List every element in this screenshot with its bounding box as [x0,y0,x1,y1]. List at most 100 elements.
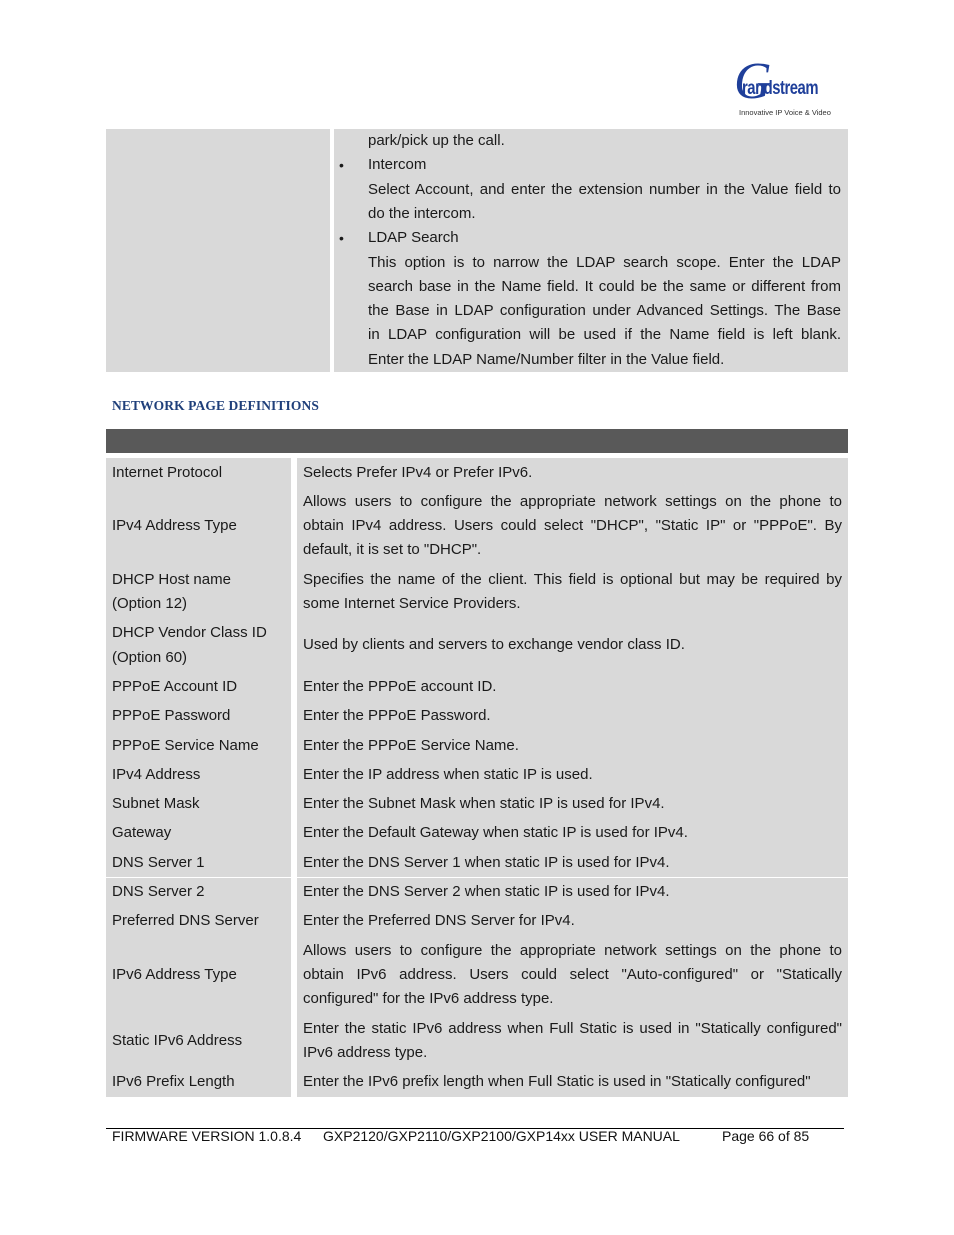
field-name-cell: DNS Server 2 [106,877,291,907]
table-row: PPPoE Account ID Enter the PPPoE account … [106,672,848,702]
table-row: Static IPv6 Address Enter the static IPv6… [106,1014,848,1068]
field-description-line: some Internet Service Providers. [303,594,521,612]
table-row: Preferred DNS Server Enter the Preferred … [106,906,848,937]
field-name: Internet Protocol [112,463,223,481]
bullet-item-label: LDAP Search [368,229,459,247]
description-line: park/pick up the call. [368,132,505,149]
bullet-icon: • [339,157,344,174]
field-name-cell: PPPoE Account ID [106,672,291,702]
field-description-line: Allows users to configure the appropriat… [303,941,842,959]
field-description-line: Enter the IPv6 prefix length when Full S… [303,1073,811,1091]
footer-page-number: Page 66 of 85 [722,1128,810,1144]
field-name-cell: PPPoE Service Name [106,731,291,761]
field-name: PPPoE Password [112,707,231,725]
continued-table-description-cell: park/pick up the call. • Intercom Select Ac… [334,129,848,372]
field-description-cell: Enter the Subnet Mask when static IP is … [297,789,848,819]
field-description-cell: Enter the PPPoE Service Name. [297,731,848,761]
field-description-cell: Used by clients and servers to exchange … [297,618,848,673]
field-description-line: Enter the Preferred DNS Server for IPv4. [303,912,575,930]
field-description-line: obtain IPv6 address. Users could select … [303,965,842,983]
field-description-line: configured" for the IPv6 address type. [303,990,554,1008]
field-description-cell: Selects Prefer IPv4 or Prefer IPv6. [297,458,848,488]
field-name: (Option 60) [112,648,188,666]
field-name-cell: Subnet Mask [106,789,291,819]
field-name-cell: DHCP Vendor Class ID (Option 60) [106,618,291,673]
field-description-cell: Enter the Preferred DNS Server for IPv4. [297,906,848,937]
field-description-line: Specifies the name of the client. This f… [303,570,842,588]
description-line: search base in the Name field. It could … [368,277,841,295]
description-line: Enter the LDAP Name/Number filter in the… [368,350,725,368]
table-row: DNS Server 1 Enter the DNS Server 1 when … [106,848,848,878]
field-name: DNS Server 1 [112,853,205,871]
field-description-cell: Specifies the name of the client. This f… [297,565,848,619]
continued-table-name-cell [106,129,330,372]
field-description-cell: Enter the Default Gateway when static IP… [297,818,848,849]
field-description-line: Enter the DNS Server 1 when static IP is… [303,853,670,871]
field-name: Subnet Mask [112,795,200,813]
field-description-cell: Allows users to configure the appropriat… [297,936,848,1014]
field-name: (Option 12) [112,594,188,612]
field-description-cell: Enter the IPv6 prefix length when Full S… [297,1067,848,1097]
table-row: PPPoE Password Enter the PPPoE Password. [106,701,848,731]
field-name: IPv4 Address [112,765,201,783]
field-name-cell: IPv4 Address Type [106,487,291,566]
field-description-cell: Allows users to configure the appropriat… [297,487,848,566]
bullet-item-label: Intercom [368,156,427,174]
field-name: DHCP Vendor Class ID [112,624,267,642]
field-description-cell: Enter the DNS Server 1 when static IP is… [297,848,848,878]
continued-table: park/pick up the call. • Intercom Select Ac… [106,129,848,372]
description-line: in LDAP configuration will be used if th… [368,326,841,344]
table-row: IPv4 Address Enter the IP address when st… [106,760,848,790]
field-description-line: Enter the PPPoE Service Name. [303,736,519,754]
table-row: Gateway Enter the Default Gateway when st… [106,818,848,849]
field-description-cell: Enter the DNS Server 2 when static IP is… [297,877,848,907]
table-row: IPv6 Address Type Allows users to configu… [106,936,848,1014]
table-row: DHCP Host name (Option 12) Specifies the n… [106,565,848,619]
field-description-cell: Enter the IP address when static IP is u… [297,760,848,790]
description-line: the Base in LDAP configuration under Adv… [368,302,841,320]
field-description-line: Enter the DNS Server 2 when static IP is… [303,883,670,900]
field-name-cell: PPPoE Password [106,701,291,731]
table-row: DHCP Vendor Class ID (Option 60) Used by c… [106,618,848,673]
field-description-cell: Enter the static IPv6 address when Full … [297,1014,848,1068]
field-description-line: Enter the PPPoE account ID. [303,677,497,695]
field-name-cell: DNS Server 1 [106,848,291,878]
field-description-line: Allows users to configure the appropriat… [303,492,842,510]
field-name: PPPoE Service Name [112,736,259,754]
field-name-cell: IPv6 Address Type [106,936,291,1014]
footer-manual-title: GXP2120/GXP2110/GXP2100/GXP14xx USER MAN… [323,1128,680,1144]
field-description-line: Selects Prefer IPv4 or Prefer IPv6. [303,463,533,481]
field-description-line: obtain IPv4 address. Users could select … [303,517,842,535]
table-row: Subnet Mask Enter the Subnet Mask when st… [106,789,848,819]
field-name-cell: Preferred DNS Server [106,906,291,937]
field-description-cell: Enter the PPPoE account ID. [297,672,848,702]
field-name-cell: Gateway [106,818,291,849]
field-description-line: Enter the Default Gateway when static IP… [303,824,688,842]
field-name: DNS Server 2 [112,883,205,900]
section-title: NETWORK PAGE DEFINITIONS [112,398,319,413]
logo-wordmark: randstream [742,78,819,99]
field-name: Preferred DNS Server [112,912,259,930]
field-description-cell: Enter the PPPoE Password. [297,701,848,731]
grandstream-logo: G randstream Innovative IP Voice & Video [734,56,838,120]
bullet-icon: • [339,230,344,247]
field-name-cell: IPv6 Prefix Length [106,1067,291,1097]
field-description-line: Used by clients and servers to exchange … [303,636,685,654]
field-name: DHCP Host name [112,570,231,588]
field-name: PPPoE Account ID [112,677,238,695]
field-name-cell: Static IPv6 Address [106,1014,291,1068]
field-name: IPv6 Prefix Length [112,1073,235,1091]
field-name: Static IPv6 Address [112,1031,243,1049]
field-description-line: IPv6 address type. [303,1043,428,1061]
description-line: Select Account, and enter the extension … [368,180,841,198]
field-name-cell: IPv4 Address [106,760,291,790]
field-description-line: Enter the static IPv6 address when Full … [303,1019,842,1037]
field-description-line: Enter the PPPoE Password. [303,707,491,725]
description-line: do the intercom. [368,204,476,222]
field-name: Gateway [112,824,172,842]
field-description-line: Enter the Subnet Mask when static IP is … [303,795,665,813]
field-name-cell: DHCP Host name (Option 12) [106,565,291,619]
footer-firmware: FIRMWARE VERSION 1.0.8.4 [112,1128,302,1144]
logo-tagline: Innovative IP Voice & Video [739,108,831,117]
field-description-line: Enter the IP address when static IP is u… [303,765,593,783]
